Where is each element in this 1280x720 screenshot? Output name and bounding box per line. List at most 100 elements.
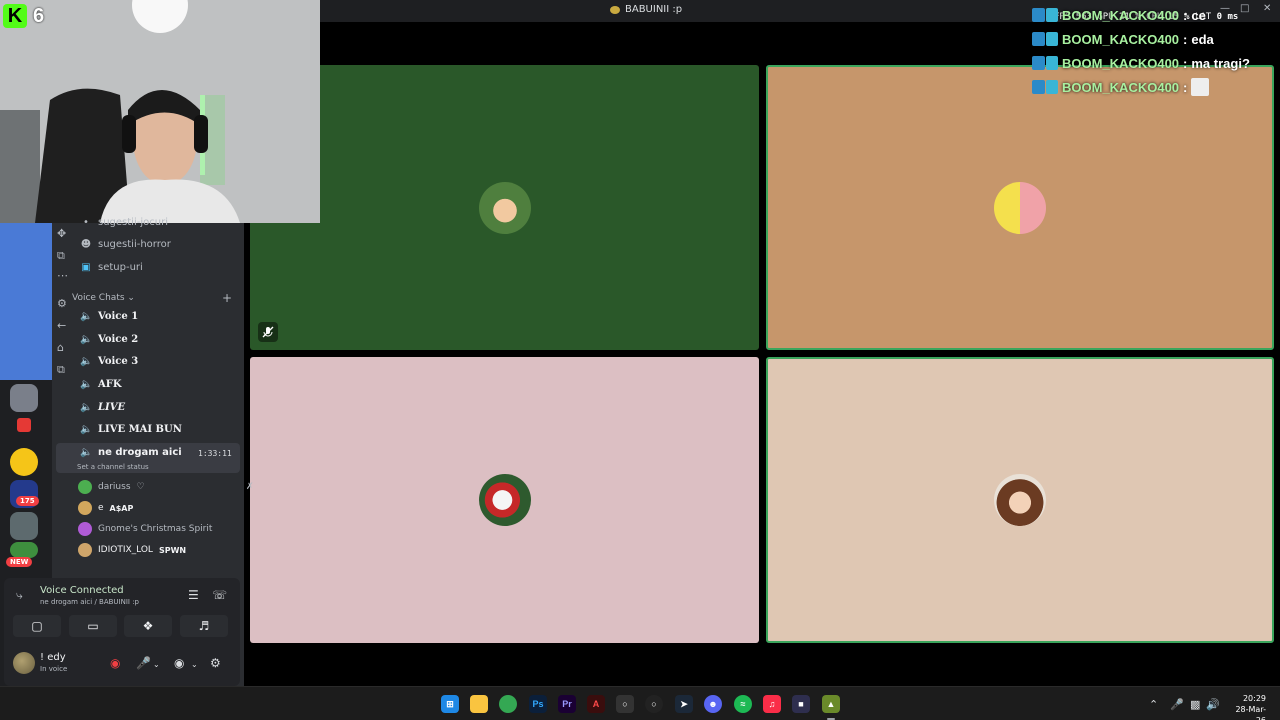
server-icon[interactable] bbox=[10, 512, 38, 540]
chat-username: BOOM_KACKO400 bbox=[1062, 7, 1180, 23]
screen: BABUINII :p — □ ✕ FPS 563 GPU 21 % CPU 1… bbox=[0, 0, 1280, 720]
chevron-down-icon: ⌄ bbox=[127, 293, 135, 303]
clock-time: 20:29 bbox=[1242, 694, 1266, 703]
chat-message: BOOM_KACKO400 : ce bbox=[1032, 3, 1250, 27]
voice-connected-panel: ⤷ Voice Connected ne drogam aici / BABUI… bbox=[4, 578, 240, 686]
clock[interactable]: 20:29 28-Mar-26 bbox=[1226, 693, 1266, 720]
monitor-icon[interactable]: ▩ bbox=[1190, 698, 1200, 711]
voice-channel-live[interactable]: 🔈 LIVE bbox=[80, 402, 125, 413]
voice-channel-afk[interactable]: 🔈 AFK bbox=[80, 379, 122, 390]
voice-channel-2[interactable]: 🔈 Voice 2 bbox=[80, 334, 138, 345]
chat-message: BOOM_KACKO400 : bbox=[1032, 75, 1250, 99]
music-icon[interactable]: ♫ bbox=[763, 695, 781, 713]
channel-status-hint[interactable]: Set a channel status bbox=[77, 463, 149, 471]
obs-icon[interactable]: ○ bbox=[645, 695, 663, 713]
user-name[interactable]: ! edy bbox=[40, 652, 66, 663]
app-icon[interactable]: ▲ bbox=[822, 695, 840, 713]
headphones-icon[interactable]: ◉ bbox=[174, 656, 184, 670]
avatar[interactable] bbox=[13, 652, 35, 674]
chevron-down-icon[interactable]: ⌄ bbox=[153, 660, 160, 669]
gear-icon[interactable]: ⚙ bbox=[57, 297, 67, 310]
copy-icon[interactable]: ⧉ bbox=[57, 363, 65, 377]
voice-member[interactable]: Gnome's Christmas Spirit bbox=[78, 522, 212, 536]
app-icon[interactable]: A bbox=[587, 695, 605, 713]
screen-share-button[interactable]: ▭ bbox=[69, 615, 117, 637]
voice-member[interactable]: IDIOTIX_LOL SPWN bbox=[78, 543, 186, 557]
chevron-up-icon[interactable]: ⌃ bbox=[1149, 698, 1158, 711]
voice-channel-live-mai-bun[interactable]: 🔈 LIVE MAI BUN bbox=[80, 424, 182, 435]
chat-badge-icon bbox=[1032, 8, 1058, 22]
photoshop-icon[interactable]: Ps bbox=[529, 695, 547, 713]
camera-button[interactable]: ▢ bbox=[13, 615, 61, 637]
chevron-down-icon[interactable]: ⌄ bbox=[191, 660, 198, 669]
server-icon[interactable] bbox=[10, 542, 38, 558]
channel-label: sugestii-horror bbox=[98, 239, 171, 250]
voice-member[interactable]: e A$AP bbox=[78, 501, 133, 515]
avatar bbox=[78, 480, 92, 494]
avatar bbox=[478, 181, 531, 234]
youtube-server-icon[interactable] bbox=[17, 418, 31, 432]
clock-date: 28-Mar-26 bbox=[1235, 705, 1266, 720]
microphone-icon[interactable]: 🎤 bbox=[1170, 698, 1184, 711]
premiere-icon[interactable]: Pr bbox=[558, 695, 576, 713]
chat-badge-icon bbox=[1032, 56, 1058, 70]
participant-tile[interactable] bbox=[766, 357, 1274, 643]
noise-suppression-icon[interactable]: ☰ bbox=[188, 588, 199, 602]
file-explorer-icon[interactable] bbox=[470, 695, 488, 713]
webcam-feed bbox=[0, 0, 320, 223]
voice-channel-active[interactable]: 🔈 ne drogam aici bbox=[80, 447, 182, 458]
gear-icon[interactable]: ⚙ bbox=[210, 656, 221, 670]
participant-tile[interactable] bbox=[250, 65, 759, 350]
soundboard-button[interactable]: ♬ bbox=[180, 615, 228, 637]
start-icon[interactable]: ⊞ bbox=[441, 695, 459, 713]
chat-text: ce bbox=[1191, 7, 1206, 23]
activities-button[interactable]: ❖ bbox=[124, 615, 172, 637]
home-icon[interactable]: ⌂ bbox=[57, 341, 64, 354]
chat-separator: : bbox=[1183, 55, 1188, 71]
close-icon[interactable]: ✕ bbox=[1263, 3, 1271, 14]
microphone-icon[interactable]: 🎤 bbox=[136, 656, 151, 670]
gamepad-icon[interactable]: ◉ bbox=[110, 656, 120, 670]
channel-sugestii-horror[interactable]: ☻ sugestii-horror bbox=[80, 239, 171, 250]
member-name: IDIOTIX_LOL bbox=[98, 545, 153, 555]
chat-overlay: BOOM_KACKO400 : ce BOOM_KACKO400 : eda B… bbox=[1032, 3, 1250, 99]
channel-sugestii-jocuri[interactable]: • sugestii-jocuri bbox=[80, 217, 168, 228]
server-icon[interactable] bbox=[10, 384, 38, 412]
window-title: BABUINII :p bbox=[610, 4, 682, 15]
spotify-icon[interactable]: ≈ bbox=[734, 695, 752, 713]
member-tag: SPWN bbox=[158, 545, 187, 555]
chrome-icon[interactable] bbox=[499, 695, 517, 713]
chat-badge-icon bbox=[1032, 32, 1058, 46]
steam-icon[interactable]: ➤ bbox=[675, 695, 693, 713]
participant-tile[interactable] bbox=[766, 65, 1274, 350]
volume-icon[interactable]: 🔊 bbox=[1206, 698, 1220, 711]
server-icon[interactable] bbox=[10, 448, 38, 476]
participant-tile[interactable] bbox=[250, 357, 759, 643]
soundboard-icon: ♬ bbox=[198, 619, 210, 633]
move-icon[interactable]: ✥ bbox=[57, 227, 66, 240]
speaker-icon: 🔈 bbox=[80, 334, 93, 345]
channel-label: AFK bbox=[98, 379, 122, 390]
channel-label: LIVE MAI BUN bbox=[98, 424, 182, 435]
app-icon[interactable]: ○ bbox=[616, 695, 634, 713]
disconnect-icon[interactable]: ☏ bbox=[212, 588, 227, 602]
voice-status-subtitle[interactable]: ne drogam aici / BABUINII :p bbox=[40, 598, 139, 606]
voice-channel-3[interactable]: 🔈 Voice 3 bbox=[80, 356, 138, 367]
member-name: e bbox=[98, 503, 104, 513]
chat-message: BOOM_KACKO400 : eda bbox=[1032, 27, 1250, 51]
voice-member[interactable]: dariuss ♡ ✗ bbox=[78, 480, 254, 494]
signal-icon[interactable]: ⤷ bbox=[16, 588, 23, 603]
voice-channel-1[interactable]: 🔈 Voice 1 bbox=[80, 311, 138, 322]
add-channel-icon[interactable]: + bbox=[222, 291, 232, 305]
category-voice-chats[interactable]: Voice Chats ⌄ bbox=[72, 293, 135, 303]
channel-label: Voice 3 bbox=[98, 356, 139, 367]
more-icon[interactable]: ⋯ bbox=[57, 269, 68, 282]
back-arrow-icon[interactable]: ← bbox=[57, 319, 66, 332]
app-icon[interactable]: ■ bbox=[792, 695, 810, 713]
speaker-icon: 🔈 bbox=[80, 356, 93, 367]
speaker-icon: 🔈 bbox=[80, 311, 93, 322]
layers-icon[interactable]: ⧉ bbox=[57, 249, 65, 263]
channel-setup-uri[interactable]: ▣ setup-uri bbox=[80, 262, 143, 273]
discord-icon[interactable]: ☻ bbox=[704, 695, 722, 713]
channel-label: Voice 2 bbox=[98, 334, 139, 345]
